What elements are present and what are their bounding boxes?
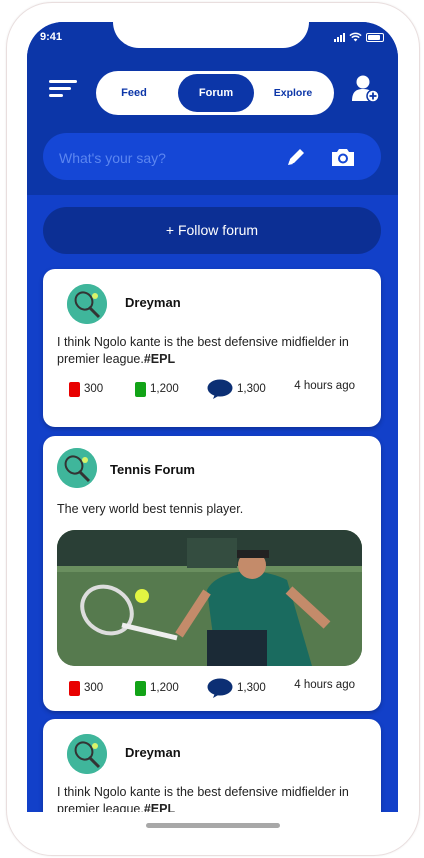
- post-author: Dreyman: [125, 295, 181, 310]
- app-screen: 9:41 Feed Forum Explore What's your say?…: [27, 22, 398, 812]
- tennis-avatar-icon: [57, 448, 97, 488]
- post-text: The very world best tennis player.: [57, 502, 244, 516]
- post-hashtag[interactable]: #EPL: [144, 802, 175, 812]
- status-icons: [334, 32, 384, 42]
- search-input[interactable]: [57, 133, 261, 182]
- green-card-icon: [135, 381, 146, 397]
- red-card-icon: [69, 381, 80, 397]
- signal-icon: [334, 32, 345, 42]
- camera-icon[interactable]: [330, 147, 356, 167]
- comment-button[interactable]: 1,300: [207, 676, 266, 700]
- pencil-icon[interactable]: [285, 147, 307, 167]
- wifi-icon: [349, 32, 362, 42]
- tab-explore[interactable]: Explore: [260, 71, 326, 115]
- green-card-icon: [135, 680, 146, 696]
- menu-icon[interactable]: [49, 80, 77, 102]
- post-text: I think Ngolo kante is the best defensiv…: [57, 784, 373, 812]
- tennis-avatar-icon: [67, 734, 107, 774]
- tab-forum[interactable]: Forum: [178, 74, 254, 112]
- home-indicator[interactable]: [146, 823, 280, 828]
- status-time: 9:41: [40, 31, 63, 43]
- post-timestamp: 4 hours ago: [294, 380, 355, 392]
- header: 9:41 Feed Forum Explore: [27, 22, 398, 195]
- post-actions: 300 1,200 1,300 4 hours ago: [43, 377, 381, 401]
- post-card: Dreyman I think Ngolo kante is the best …: [43, 269, 381, 427]
- post-author: Dreyman: [125, 745, 181, 760]
- post-text: I think Ngolo kante is the best defensiv…: [57, 335, 349, 366]
- battery-icon: [366, 32, 384, 42]
- post-card: Tennis Forum The very world best tennis …: [43, 436, 381, 711]
- comment-icon: [207, 678, 233, 698]
- green-card-button[interactable]: 1,200: [135, 377, 179, 401]
- post-card: Dreyman I think Ngolo kante is the best …: [43, 719, 381, 812]
- post-author: Tennis Forum: [110, 462, 195, 477]
- red-card-button[interactable]: 300: [69, 377, 103, 401]
- notch: [113, 22, 309, 48]
- comment-icon: [207, 379, 233, 399]
- green-card-button[interactable]: 1,200: [135, 676, 179, 700]
- tab-feed[interactable]: Feed: [106, 71, 162, 115]
- post-timestamp: 4 hours ago: [294, 679, 355, 691]
- tennis-player-photo[interactable]: [57, 530, 362, 666]
- follow-forum-button[interactable]: + Follow forum: [43, 207, 381, 254]
- red-card-icon: [69, 680, 80, 696]
- add-user-icon[interactable]: [351, 74, 381, 104]
- nav-tabs: Feed Forum Explore: [96, 71, 334, 115]
- search-bar: [43, 133, 381, 182]
- tennis-avatar-icon: [67, 284, 107, 324]
- post-actions: 300 1,200 1,300 4 hours ago: [43, 676, 381, 700]
- post-hashtag[interactable]: #EPL: [144, 352, 175, 366]
- red-card-button[interactable]: 300: [69, 676, 103, 700]
- comment-button[interactable]: 1,300: [207, 377, 266, 401]
